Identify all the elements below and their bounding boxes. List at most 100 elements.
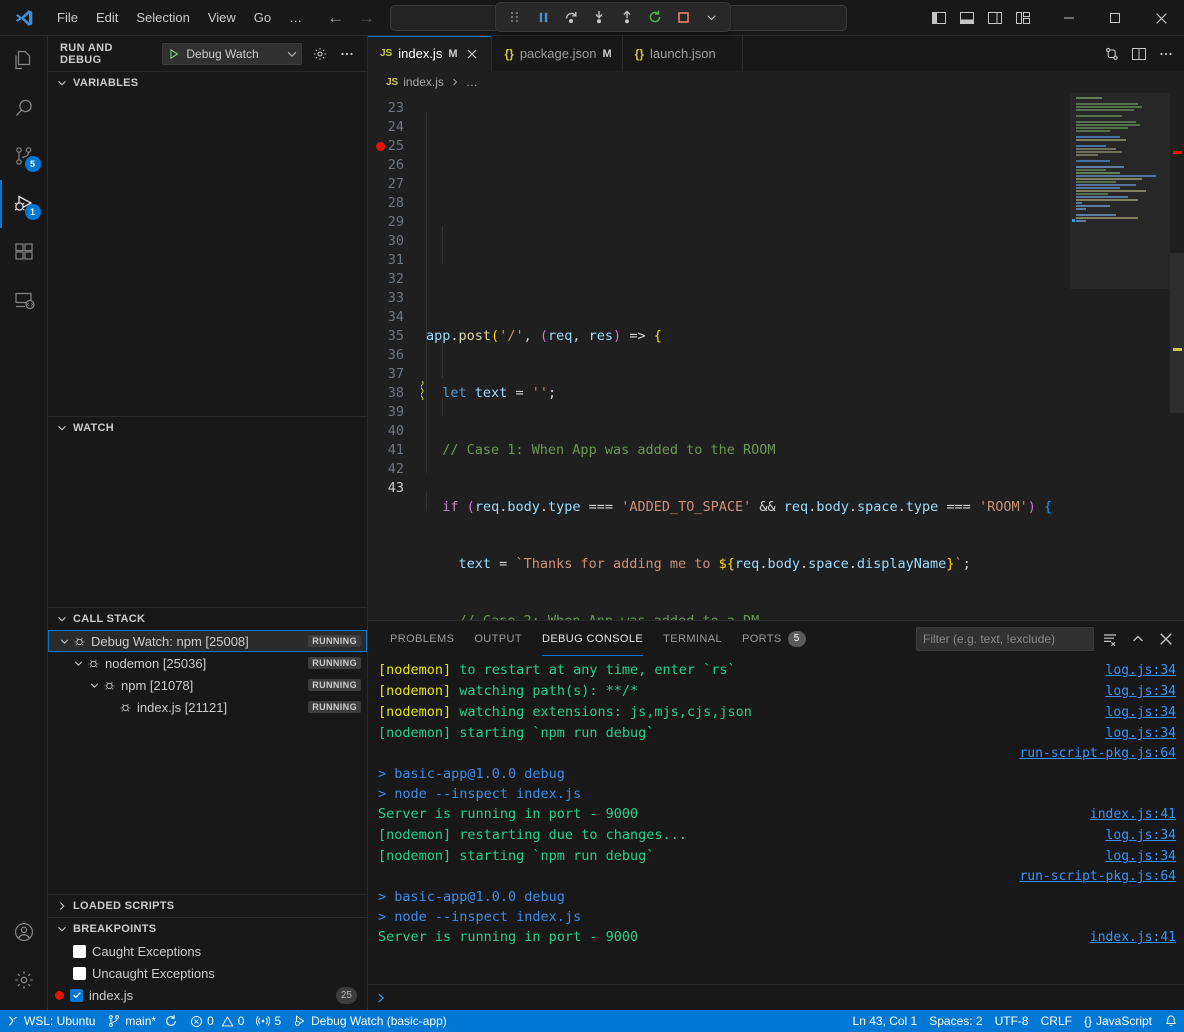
tab-debug-console[interactable]: DEBUG CONSOLE (532, 621, 653, 656)
accounts-icon[interactable] (0, 908, 48, 956)
breadcrumb-file[interactable]: JS index.js (386, 75, 444, 89)
navigate-forward-icon[interactable]: → (358, 9, 375, 26)
console-filter-input[interactable] (923, 632, 1087, 646)
line-number-gutter[interactable]: 23 24 25 26 27 28 29 30 31 32 33 34 35 3… (368, 93, 420, 620)
console-filter-box[interactable] (916, 627, 1094, 651)
menu-file[interactable]: File (48, 6, 87, 30)
tab-package-json[interactable]: {} package.json M (492, 36, 622, 71)
start-debugging-play-icon[interactable] (167, 47, 181, 61)
status-cursor-position[interactable]: Ln 43, Col 1 (847, 1010, 924, 1032)
sidebar-item-search[interactable] (0, 84, 48, 132)
step-into-button[interactable] (586, 5, 612, 29)
section-loaded-scripts-header[interactable]: LOADED SCRIPTS (48, 895, 367, 917)
tab-ports[interactable]: PORTS 5 (732, 621, 816, 656)
console-source-link[interactable]: run-script-pkg.js:64 (1019, 744, 1176, 764)
call-stack-row[interactable]: index.js [21121] RUNNING (48, 696, 367, 718)
menu-edit[interactable]: Edit (87, 6, 127, 30)
status-eol[interactable]: CRLF (1035, 1010, 1078, 1032)
call-stack-row[interactable]: Debug Watch: npm [25008] RUNNING (48, 630, 367, 652)
breakpoint-uncaught-exceptions[interactable]: Uncaught Exceptions (48, 962, 367, 984)
editor-vertical-scrollbar[interactable] (1170, 93, 1184, 620)
debug-toolbar-drag-handle[interactable] (502, 5, 528, 29)
status-problems-indicator[interactable]: 0 0 (184, 1010, 250, 1032)
customize-layout-icon[interactable] (1010, 6, 1036, 30)
status-encoding[interactable]: UTF-8 (989, 1010, 1035, 1032)
step-out-button[interactable] (614, 5, 640, 29)
call-stack-tree[interactable]: Debug Watch: npm [25008] RUNNING nodemon… (48, 630, 367, 894)
checkbox[interactable] (73, 945, 86, 958)
breakpoint-index-js[interactable]: index.js 25 (48, 984, 367, 1006)
breakpoint-caught-exceptions[interactable]: Caught Exceptions (48, 940, 367, 962)
line-number-with-breakpoint[interactable]: 25 (368, 137, 420, 156)
split-editor-icon[interactable] (1127, 42, 1151, 66)
section-call-stack-header[interactable]: CALL STACK (48, 608, 367, 630)
tab-problems[interactable]: PROBLEMS (380, 621, 464, 656)
debug-console-input[interactable] (368, 984, 1184, 1010)
console-source-link[interactable]: run-script-pkg.js:64 (1019, 867, 1176, 887)
section-breakpoints-header[interactable]: BREAKPOINTS (48, 918, 367, 940)
chevron-down-icon[interactable] (285, 47, 299, 61)
checkbox[interactable] (73, 967, 86, 980)
toggle-panel-icon[interactable] (954, 6, 980, 30)
stop-button[interactable] (670, 5, 696, 29)
breakpoints-list[interactable]: Caught Exceptions Uncaught Exceptions in… (48, 940, 367, 1006)
breadcrumb[interactable]: JS index.js … (368, 71, 1184, 93)
minimap-slider[interactable] (1070, 93, 1170, 289)
console-source-link[interactable]: log.js:34 (1106, 661, 1176, 681)
sidebar-item-explorer[interactable] (0, 36, 48, 84)
call-stack-row[interactable]: nodemon [25036] RUNNING (48, 652, 367, 674)
status-indentation[interactable]: Spaces: 2 (923, 1010, 988, 1032)
console-source-link[interactable]: log.js:34 (1106, 724, 1176, 744)
pause-button[interactable] (530, 5, 556, 29)
sidebar-item-run-and-debug[interactable]: 1 (0, 180, 48, 228)
tab-launch-json[interactable]: {} launch.json (623, 36, 743, 71)
console-source-link[interactable]: index.js:41 (1090, 805, 1176, 825)
status-branch-indicator[interactable]: main* (101, 1010, 184, 1032)
call-stack-row[interactable]: npm [21078] RUNNING (48, 674, 367, 696)
console-source-link[interactable]: log.js:34 (1106, 682, 1176, 702)
menu-view[interactable]: View (199, 6, 245, 30)
tab-output[interactable]: OUTPUT (464, 621, 532, 656)
code-editor[interactable]: 23 24 25 26 27 28 29 30 31 32 33 34 35 3… (368, 93, 1184, 620)
sidebar-item-source-control[interactable]: 5 (0, 132, 48, 180)
sidebar-item-remote-explorer[interactable] (0, 276, 48, 324)
variables-tree[interactable] (48, 94, 367, 416)
tab-index-js[interactable]: JS index.js M (368, 36, 492, 71)
menu-go[interactable]: Go (245, 6, 280, 30)
run-file-icon[interactable] (1100, 42, 1124, 66)
status-remote-indicator[interactable]: WSL: Ubuntu (0, 1010, 101, 1032)
open-launch-config-gear-icon[interactable] (310, 44, 329, 64)
menu-selection[interactable]: Selection (127, 6, 198, 30)
debug-console-output[interactable]: [nodemon] to restart at any time, enter … (368, 656, 1184, 984)
scrollbar-thumb[interactable] (1170, 253, 1184, 413)
debug-configuration-dropdown[interactable]: Debug Watch (162, 43, 302, 65)
console-source-link[interactable]: log.js:34 (1106, 703, 1176, 723)
console-source-link[interactable]: log.js:34 (1106, 847, 1176, 867)
sidebar-item-extensions[interactable] (0, 228, 48, 276)
watch-tree[interactable] (48, 439, 367, 607)
manage-gear-icon[interactable] (0, 956, 48, 1004)
sync-icon[interactable] (164, 1014, 178, 1028)
status-notifications[interactable] (1158, 1010, 1184, 1032)
status-language-mode[interactable]: {} JavaScript (1078, 1010, 1158, 1032)
breadcrumb-symbol[interactable]: … (466, 75, 478, 89)
section-variables-header[interactable]: VARIABLES (48, 72, 367, 94)
chevron-down-icon[interactable] (86, 677, 102, 693)
navigate-back-icon[interactable]: ← (327, 9, 344, 26)
status-ports-indicator[interactable]: 5 (250, 1010, 287, 1032)
chevron-down-icon[interactable] (56, 633, 72, 649)
toggle-primary-sidebar-icon[interactable] (926, 6, 952, 30)
toggle-secondary-sidebar-icon[interactable] (982, 6, 1008, 30)
debug-toolbar-more-chevron-down-icon[interactable] (698, 5, 724, 29)
breakpoint-dot-icon[interactable] (376, 142, 385, 151)
chevron-down-icon[interactable] (70, 655, 86, 671)
close-button[interactable] (1138, 0, 1184, 36)
close-panel-icon[interactable] (1154, 627, 1178, 651)
restart-button[interactable] (642, 5, 668, 29)
checkbox[interactable] (70, 989, 83, 1002)
tab-terminal[interactable]: TERMINAL (653, 621, 732, 656)
debug-floating-toolbar[interactable] (495, 2, 731, 32)
console-source-link[interactable]: log.js:34 (1106, 826, 1176, 846)
more-editor-actions-ellipsis-icon[interactable] (1154, 42, 1178, 66)
close-icon[interactable] (463, 45, 481, 63)
